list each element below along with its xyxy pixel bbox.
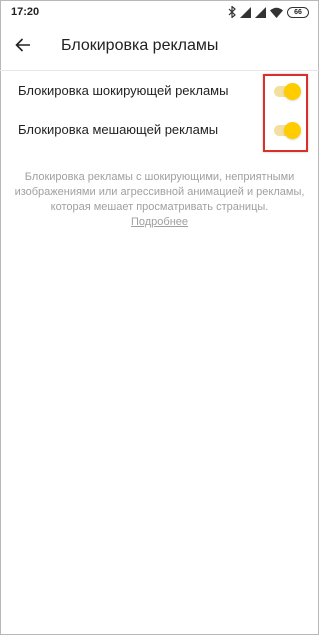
setting-label-annoying-ads: Блокировка мешающей рекламы	[18, 122, 219, 137]
back-button[interactable]	[8, 33, 38, 61]
page-title: Блокировка рекламы	[61, 37, 219, 54]
status-icons: 66	[228, 5, 309, 19]
signal-icon	[240, 6, 251, 18]
status-bar: 17:20 66	[0, 0, 319, 24]
app-bar: Блокировка рекламы	[0, 24, 319, 70]
battery-icon: 66	[287, 6, 309, 18]
bluetooth-icon	[228, 6, 236, 18]
header-divider	[0, 70, 319, 71]
signal-icon	[255, 6, 266, 18]
description: Блокировка рекламы с шокирующими, неприя…	[14, 170, 305, 230]
description-text: Блокировка рекламы с шокирующими, неприя…	[14, 171, 305, 213]
status-time: 17:20	[11, 6, 40, 18]
setting-label-shocking-ads: Блокировка шокирующей рекламы	[18, 83, 229, 98]
wifi-icon	[270, 7, 283, 18]
highlight-box	[263, 74, 308, 152]
more-link[interactable]: Подробнее	[131, 216, 188, 228]
arrow-left-icon	[15, 37, 31, 57]
battery-level: 66	[294, 8, 302, 16]
